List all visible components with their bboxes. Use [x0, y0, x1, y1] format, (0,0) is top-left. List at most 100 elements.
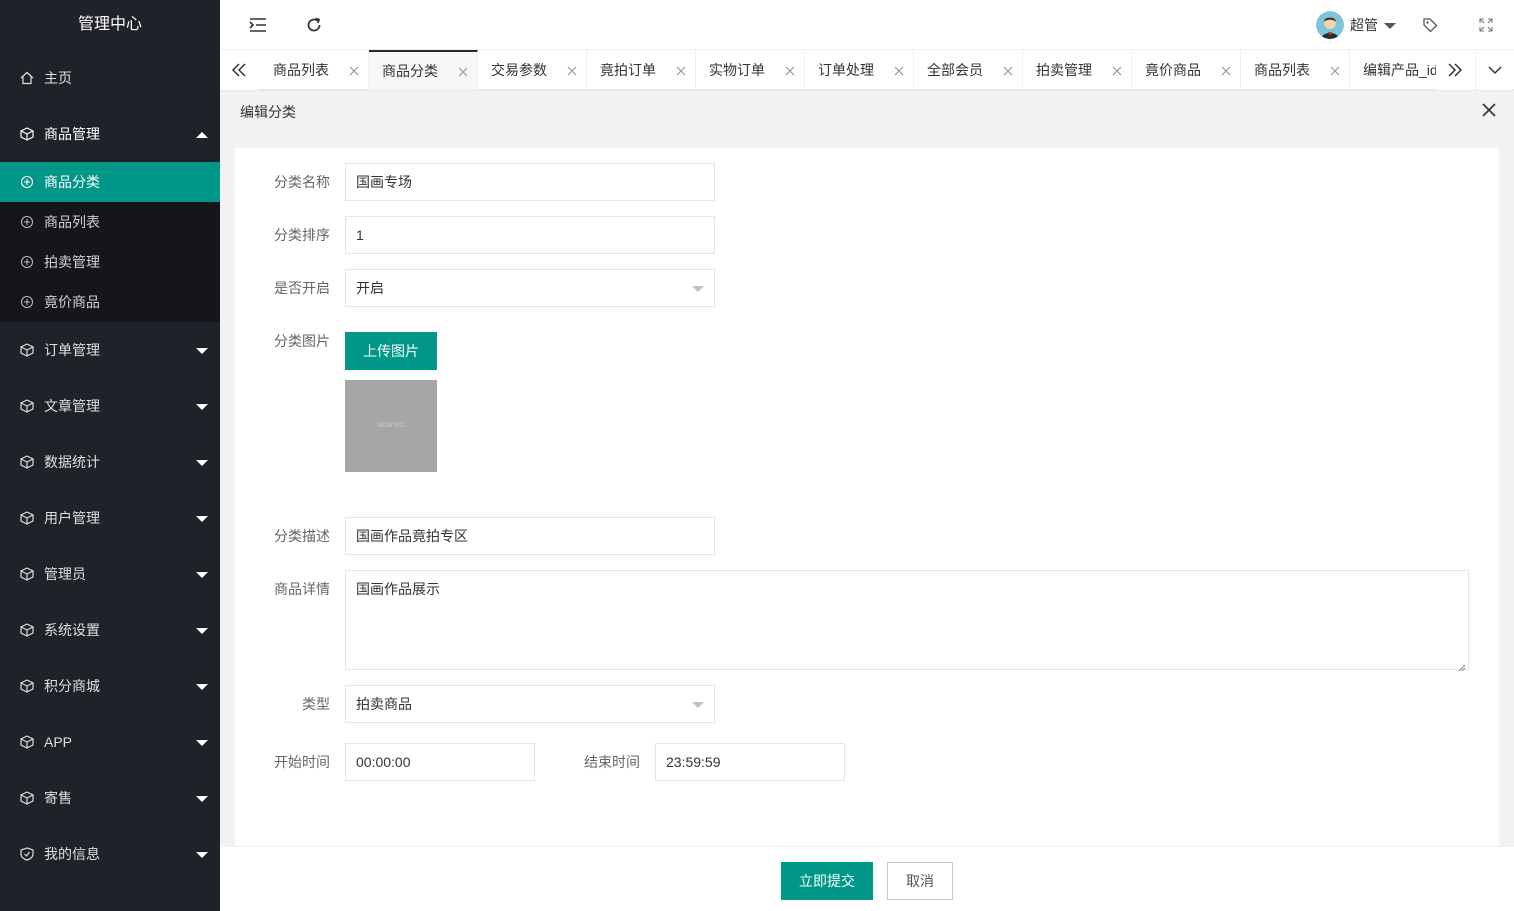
sidebar-item-label: 寄售: [44, 790, 72, 806]
cube-icon: [20, 791, 34, 805]
close-icon[interactable]: [1002, 64, 1014, 76]
menu-fold-icon[interactable]: [248, 15, 268, 35]
close-icon[interactable]: [675, 64, 687, 76]
tab[interactable]: 竟价商品: [1132, 50, 1241, 90]
caret-down-icon: [196, 398, 208, 414]
tab[interactable]: 全部会员: [914, 50, 1023, 90]
sidebar-item-articles[interactable]: 文章管理: [0, 378, 220, 434]
submit-button[interactable]: 立即提交: [781, 862, 873, 900]
sidebar-item-my-info[interactable]: 我的信息: [0, 826, 220, 882]
tab[interactable]: 交易参数: [478, 50, 587, 90]
end-time-input[interactable]: 23:59:59: [655, 743, 845, 781]
sidebar-item-label: 商品管理: [44, 126, 100, 142]
header: 超管: [220, 0, 1514, 50]
sidebar-subitem-label: 商品列表: [44, 214, 100, 230]
sidebar-item-app[interactable]: APP: [0, 714, 220, 770]
category-image-thumbnail: NOW PIC: [345, 380, 437, 472]
form-row-desc: 分类描述 国画作品竟拍专区: [235, 517, 715, 555]
sidebar-item-label: 数据统计: [44, 454, 100, 470]
avatar: [1316, 11, 1344, 39]
sidebar-subitem-auction[interactable]: 拍卖管理: [0, 242, 220, 282]
close-icon[interactable]: [1329, 64, 1341, 76]
close-icon[interactable]: [1111, 64, 1123, 76]
tab[interactable]: 实物订单: [696, 50, 805, 90]
category-desc-input[interactable]: 国画作品竟拍专区: [345, 517, 715, 555]
upload-image-button[interactable]: 上传图片: [345, 332, 437, 370]
tab-label: 商品列表: [1254, 62, 1310, 78]
sidebar-item-admins[interactable]: 管理员: [0, 546, 220, 602]
cube-icon: [20, 735, 34, 749]
form-row-sort: 分类排序 1: [235, 216, 715, 254]
open-select[interactable]: 开启: [345, 269, 715, 307]
form-row-open: 是否开启 开启: [235, 269, 715, 307]
user-menu[interactable]: 超管: [1316, 10, 1396, 40]
plus-circle-icon: [20, 215, 34, 229]
sidebar-item-points-mall[interactable]: 积分商城: [0, 658, 220, 714]
tabs-scroll-right-icon[interactable]: [1436, 50, 1474, 90]
open-select-value: 开启: [356, 280, 384, 296]
close-icon[interactable]: [566, 64, 578, 76]
tab-label: 竟拍订单: [600, 62, 656, 78]
sidebar-item-label: 文章管理: [44, 398, 100, 414]
tab[interactable]: 商品分类: [369, 50, 478, 90]
close-icon[interactable]: [784, 64, 796, 76]
tag-icon[interactable]: [1420, 15, 1440, 35]
close-icon[interactable]: [1482, 103, 1498, 119]
category-name-input[interactable]: 国画专场: [345, 163, 715, 201]
cube-icon: [20, 679, 34, 693]
tab[interactable]: 商品列表: [1241, 50, 1350, 90]
tab-label: 编辑产品_id: [1363, 62, 1438, 78]
caret-down-icon: [196, 790, 208, 806]
caret-down-icon: [196, 734, 208, 750]
cancel-button[interactable]: 取消: [887, 862, 953, 900]
category-sort-input[interactable]: 1: [345, 216, 715, 254]
form-row-type: 类型 拍卖商品: [235, 685, 715, 723]
form-row-time: 开始时间 00:00:00 结束时间 23:59:59: [235, 743, 845, 781]
fullscreen-icon[interactable]: [1476, 15, 1496, 35]
sidebar-subitem-goods-list[interactable]: 商品列表: [0, 202, 220, 242]
caret-up-icon: [196, 126, 208, 142]
dialog-title: 编辑分类: [240, 104, 296, 120]
tab[interactable]: 订单处理: [805, 50, 914, 90]
refresh-icon[interactable]: [304, 15, 324, 35]
tab-label: 全部会员: [927, 62, 983, 78]
type-select[interactable]: 拍卖商品: [345, 685, 715, 723]
tab-label: 实物订单: [709, 62, 765, 78]
sidebar-item-users[interactable]: 用户管理: [0, 490, 220, 546]
close-icon[interactable]: [1220, 64, 1232, 76]
resize-handle-icon[interactable]: [1458, 659, 1466, 672]
sidebar-subitem-bidding[interactable]: 竟价商品: [0, 282, 220, 322]
form-row-image: 分类图片 上传图片 NOW PIC: [235, 332, 437, 472]
sidebar-subitem-category[interactable]: 商品分类: [0, 162, 220, 202]
type-select-value: 拍卖商品: [356, 696, 412, 712]
tab-label: 竟价商品: [1145, 62, 1201, 78]
cube-icon: [20, 127, 34, 141]
tab[interactable]: 编辑产品_id: [1350, 50, 1440, 90]
tabs-scroll-left-icon[interactable]: [220, 50, 258, 90]
sidebar: 管理中心 主页 商品管理 商品分类 商品列表 拍卖管理 竟价商品 订单管理 文章…: [0, 0, 220, 911]
close-icon[interactable]: [348, 64, 360, 76]
goods-detail-textarea[interactable]: 国画作品展示: [345, 570, 1469, 672]
dialog-header: 编辑分类: [220, 91, 1514, 131]
cube-icon: [20, 343, 34, 357]
caret-down-icon: [1384, 17, 1396, 33]
sidebar-item-goods[interactable]: 商品管理: [0, 106, 220, 162]
sidebar-item-label: 积分商城: [44, 678, 100, 694]
sidebar-item-home[interactable]: 主页: [0, 50, 220, 106]
cube-icon: [20, 399, 34, 413]
sidebar-subnav-goods: 商品分类 商品列表 拍卖管理 竟价商品: [0, 162, 220, 322]
close-icon[interactable]: [457, 65, 469, 77]
tab[interactable]: 商品列表: [260, 50, 369, 90]
app-title: 管理中心: [0, 0, 220, 50]
sidebar-item-settings[interactable]: 系统设置: [0, 602, 220, 658]
cube-icon: [20, 567, 34, 581]
close-icon[interactable]: [893, 64, 905, 76]
tab[interactable]: 拍卖管理: [1023, 50, 1132, 90]
tabs-dropdown-icon[interactable]: [1475, 50, 1513, 90]
sidebar-item-consignment[interactable]: 寄售: [0, 770, 220, 826]
caret-down-icon: [196, 342, 208, 358]
sidebar-item-orders[interactable]: 订单管理: [0, 322, 220, 378]
tab[interactable]: 竟拍订单: [587, 50, 696, 90]
sidebar-item-stats[interactable]: 数据统计: [0, 434, 220, 490]
start-time-input[interactable]: 00:00:00: [345, 743, 535, 781]
